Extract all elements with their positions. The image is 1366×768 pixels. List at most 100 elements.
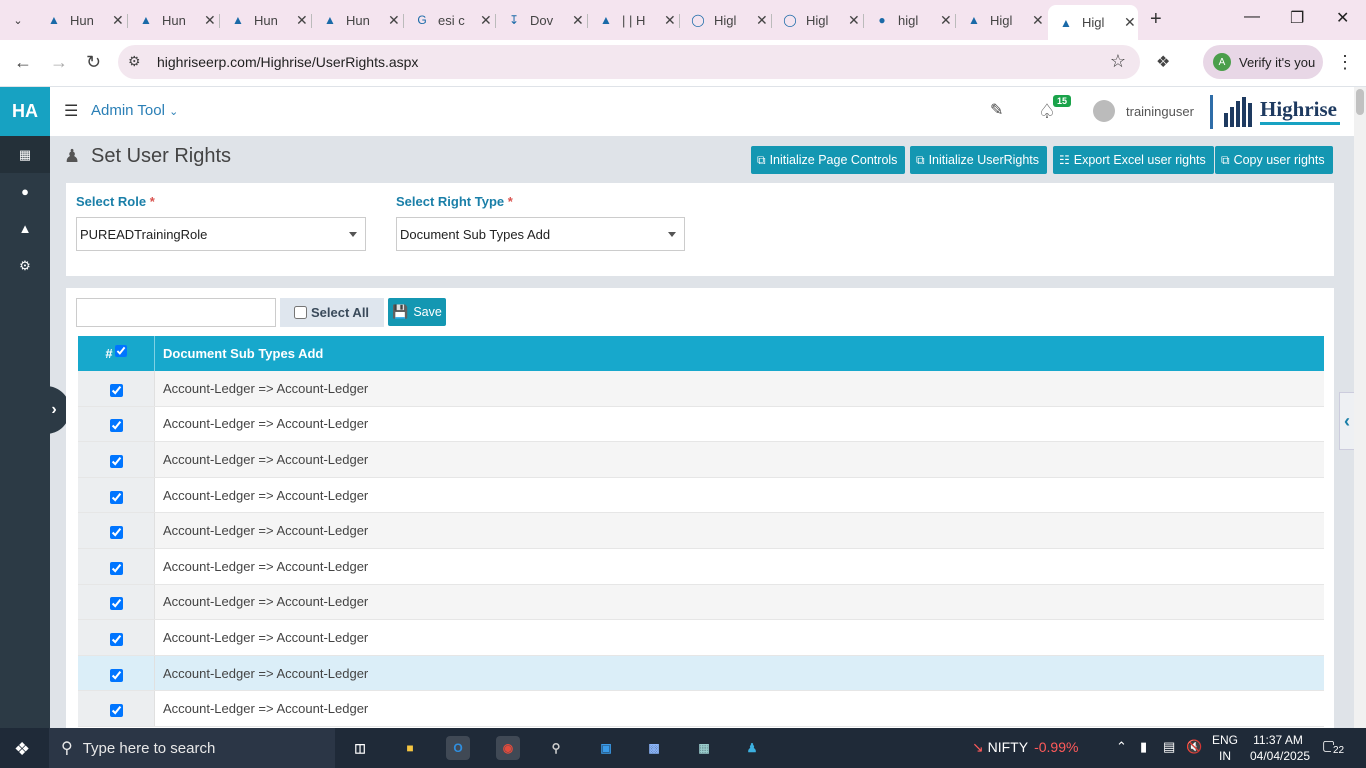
team-app-icon[interactable]: ♟ <box>740 736 764 760</box>
right-panel-chevron-icon[interactable]: ‹ <box>1339 392 1354 450</box>
document-icon[interactable]: ▦ <box>0 136 50 173</box>
browser-tab[interactable]: ▲ | | H ✕ <box>588 6 678 34</box>
tab-close-icon[interactable]: ✕ <box>112 12 124 29</box>
verify-profile-button[interactable]: A Verify it's you <box>1203 45 1323 79</box>
role-select[interactable]: PUREADTrainingRole <box>76 217 366 251</box>
tab-search-chevron-icon[interactable]: ⌄ <box>6 8 30 32</box>
hamburger-menu-icon[interactable]: ☰ <box>64 101 78 121</box>
table-row[interactable]: Account-Ledger => Account-Ledger <box>78 620 1324 656</box>
scrollbar-thumb[interactable] <box>1356 89 1364 115</box>
browser-tab[interactable]: ● higl ✕ <box>864 6 954 34</box>
row-checkbox[interactable] <box>109 454 123 468</box>
tray-chevron-up-icon[interactable]: ⌃ <box>1116 739 1127 755</box>
table-row[interactable]: Account-Ledger => Account-Ledger <box>78 513 1324 549</box>
reload-icon[interactable]: ↻ <box>86 52 101 73</box>
chrome-icon[interactable]: ◉ <box>496 736 520 760</box>
row-checkbox[interactable] <box>109 632 123 646</box>
tab-close-icon[interactable]: ✕ <box>848 12 860 29</box>
network-app-icon[interactable]: ▩ <box>642 736 666 760</box>
table-row[interactable]: Account-Ledger => Account-Ledger <box>78 548 1324 585</box>
paint-brush-icon[interactable]: ✎ <box>990 100 1003 120</box>
close-window-icon[interactable]: ✕ <box>1336 8 1349 28</box>
bookmark-star-icon[interactable]: ☆ <box>1110 51 1126 72</box>
table-row[interactable]: Account-Ledger => Account-Ledger <box>78 371 1324 407</box>
file-explorer-icon[interactable]: ■ <box>398 736 422 760</box>
row-checkbox[interactable] <box>109 704 123 718</box>
tab-close-icon[interactable]: ✕ <box>388 12 400 29</box>
browser-tab[interactable]: ▲ Higl ✕ <box>956 6 1046 34</box>
copy-user-rights-button[interactable]: ⧉ Copy user rights <box>1215 146 1333 174</box>
table-row[interactable]: Account-Ledger => Account-Ledger <box>78 584 1324 621</box>
browser-tab[interactable]: ◯ Higl ✕ <box>772 6 862 34</box>
table-row[interactable]: Account-Ledger => Account-Ledger <box>78 655 1324 692</box>
row-checkbox[interactable] <box>109 526 123 540</box>
tab-close-icon[interactable]: ✕ <box>204 12 216 29</box>
minimize-icon[interactable]: — <box>1244 8 1260 26</box>
tab-close-icon[interactable]: ✕ <box>940 12 952 29</box>
grid-filter-input[interactable] <box>76 298 276 327</box>
save-button[interactable]: 💾 Save <box>388 298 446 326</box>
page-scrollbar[interactable] <box>1354 87 1366 728</box>
browser-tab[interactable]: ↧ Dov ✕ <box>496 6 586 34</box>
browser-tab[interactable]: Gesi c ✕ <box>404 6 494 34</box>
export-excel-button[interactable]: ☷ Export Excel user rights <box>1053 146 1214 174</box>
nifty-ticker[interactable]: ↘ NIFTY -0.99% <box>972 739 1078 756</box>
restore-icon[interactable]: ❐ <box>1290 8 1304 28</box>
outlook-icon[interactable]: O <box>446 736 470 760</box>
sql-server-icon[interactable]: ⚲ <box>544 736 568 760</box>
header-select-checkbox[interactable] <box>114 344 127 357</box>
tab-close-icon[interactable]: ✕ <box>480 12 492 29</box>
tab-close-icon[interactable]: ✕ <box>296 12 308 29</box>
language-indicator[interactable]: ENG IN <box>1212 732 1238 764</box>
volume-muted-icon[interactable]: 🔇 <box>1186 739 1202 755</box>
tab-close-icon[interactable]: ✕ <box>1032 12 1044 29</box>
notes-app-icon[interactable]: ▦ <box>692 736 716 760</box>
select-all-toggle[interactable]: Select All <box>280 298 384 327</box>
tab-close-icon[interactable]: ✕ <box>756 12 768 29</box>
site-info-icon[interactable]: ⚙ <box>128 53 141 70</box>
browser-tab[interactable]: ▲ Hun ✕ <box>36 6 126 34</box>
forward-arrow-icon[interactable]: → <box>50 52 68 73</box>
table-row[interactable]: Account-Ledger => Account-Ledger <box>78 442 1324 478</box>
gear-icon[interactable]: ⚙ <box>0 247 50 284</box>
browser-tab[interactable]: ▲ Higl ✕ <box>1048 5 1138 40</box>
row-checkbox[interactable] <box>109 383 123 397</box>
initialize-page-controls-button[interactable]: ⧉ Initialize Page Controls <box>751 146 906 174</box>
browser-tab[interactable]: ▲ Hun ✕ <box>128 6 218 34</box>
task-view-icon[interactable]: ◫ <box>348 736 372 760</box>
table-row[interactable]: Account-Ledger => Account-Ledger <box>78 477 1324 514</box>
tab-close-icon[interactable]: ✕ <box>572 12 584 29</box>
table-row[interactable]: Account-Ledger => Account-Ledger <box>78 691 1324 727</box>
network-icon[interactable]: ▤ <box>1163 739 1175 755</box>
browser-tab[interactable]: ▲ Hun ✕ <box>312 6 402 34</box>
initialize-userrights-button[interactable]: ⧉ Initialize UserRights <box>910 146 1048 174</box>
windows-start-icon[interactable]: ❖ <box>14 739 30 760</box>
back-arrow-icon[interactable]: ← <box>14 52 32 73</box>
username[interactable]: traininguser <box>1126 104 1194 119</box>
taskbar-search[interactable]: ⚲ Type here to search <box>49 728 335 768</box>
user-avatar[interactable] <box>1093 100 1115 122</box>
select-all-checkbox[interactable] <box>294 306 307 319</box>
remote-desktop-icon[interactable]: ▣ <box>594 736 618 760</box>
extensions-puzzle-icon[interactable]: ❖ <box>1156 52 1170 72</box>
row-checkbox[interactable] <box>109 490 123 504</box>
tab-close-icon[interactable]: ✕ <box>1124 14 1136 31</box>
battery-icon[interactable]: ▮ <box>1140 739 1147 755</box>
browser-tab[interactable]: ◯ Higl ✕ <box>680 6 770 34</box>
url-bar[interactable]: ⚙ highriseerp.com/Highrise/UserRights.as… <box>118 45 1140 79</box>
table-row[interactable]: Account-Ledger => Account-Ledger <box>78 406 1324 443</box>
warning-icon[interactable]: ▲ <box>0 210 50 247</box>
row-checkbox[interactable] <box>109 668 123 682</box>
clock[interactable]: 11:37 AM 04/04/2025 <box>1250 732 1310 764</box>
tab-close-icon[interactable]: ✕ <box>664 12 676 29</box>
new-tab-plus-icon[interactable]: + <box>1150 8 1162 31</box>
row-checkbox[interactable] <box>109 419 123 433</box>
browser-tab[interactable]: ▲ Hun ✕ <box>220 6 310 34</box>
row-checkbox[interactable] <box>109 561 123 575</box>
row-checkbox[interactable] <box>109 597 123 611</box>
user-icon[interactable]: ● <box>0 173 50 210</box>
brand-logo[interactable]: HA <box>0 87 50 136</box>
browser-menu-icon[interactable]: ⋮ <box>1336 52 1354 73</box>
right-type-select[interactable]: Document Sub Types Add <box>396 217 685 251</box>
module-dropdown[interactable]: Admin Tool ⌄ <box>91 102 178 119</box>
